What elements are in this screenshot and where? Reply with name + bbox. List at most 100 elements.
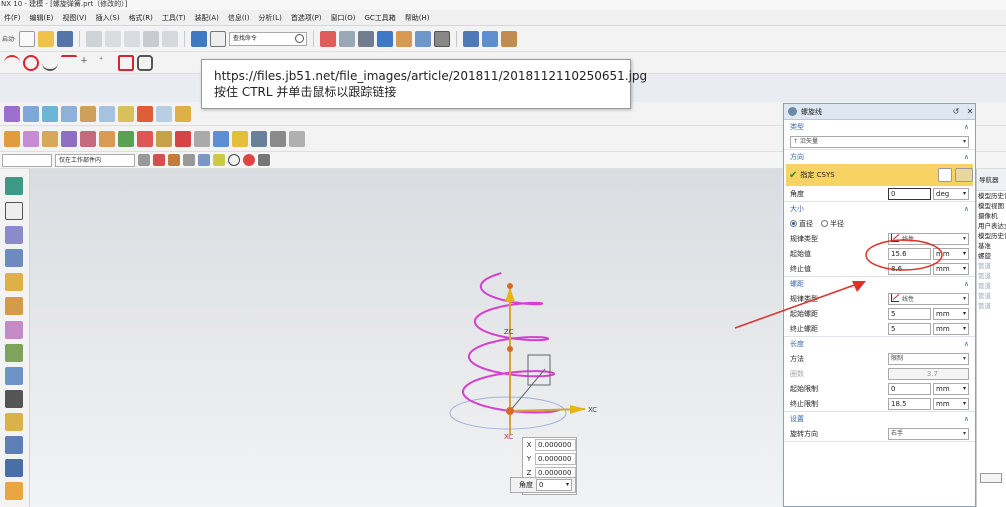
paste-icon[interactable] [123, 30, 140, 47]
sew-icon[interactable] [175, 105, 191, 122]
move-icon[interactable] [462, 30, 479, 47]
specify-csys-row[interactable]: ✔ 指定 CSYS [786, 164, 973, 186]
cube-view-icon[interactable] [376, 30, 393, 47]
arc-icon[interactable] [4, 54, 20, 71]
rotate-icon[interactable] [481, 30, 498, 47]
z-axis-arrow[interactable] [505, 287, 515, 302]
studio-surface-icon[interactable] [99, 105, 115, 122]
ruled-surface-icon[interactable] [23, 105, 39, 122]
pitch-section-header[interactable]: 螺距 ∧ [784, 277, 975, 291]
menu-analysis[interactable]: 分析(L) [254, 13, 286, 23]
table-icon[interactable] [5, 390, 23, 408]
diameter-radio[interactable]: 直径 [790, 219, 813, 229]
menu-file[interactable]: 件(F) [0, 13, 26, 23]
blend-icon[interactable] [137, 130, 153, 147]
navigator-item[interactable]: 管道 [977, 281, 1006, 291]
menu-help[interactable]: 帮助(H) [401, 13, 435, 23]
arc-center-icon[interactable] [213, 154, 225, 166]
end-pitch-unit-select[interactable]: mm [933, 322, 969, 335]
control-point-icon[interactable] [183, 154, 195, 166]
size-section-header[interactable]: 大小 ∧ [784, 202, 975, 216]
sketch-icon[interactable] [5, 177, 23, 195]
measure-icon[interactable] [500, 30, 517, 47]
extrude-icon[interactable] [4, 130, 20, 147]
pitch-law-type-select[interactable]: 线性 [888, 292, 969, 305]
sphere-icon[interactable] [80, 130, 96, 147]
block-icon[interactable] [42, 130, 58, 147]
start-menu-button[interactable]: 启动· [2, 34, 16, 43]
angle-input[interactable]: 0 [888, 187, 931, 200]
csys-dropdown-icon[interactable] [955, 168, 973, 182]
boss-icon[interactable] [5, 413, 23, 431]
navigator-item[interactable]: 管道 [977, 271, 1006, 281]
circle-icon[interactable] [23, 54, 39, 71]
menu-window[interactable]: 窗口(O) [327, 13, 361, 23]
navigator-scrollbar[interactable] [980, 473, 1002, 483]
menu-assembly[interactable]: 装配(A) [191, 13, 224, 23]
cut-icon[interactable] [85, 30, 102, 47]
end-value-input[interactable]: 8.6 [888, 262, 931, 275]
menu-tools[interactable]: 工具(T) [158, 13, 191, 23]
start-value-input[interactable]: 15.6 [888, 247, 931, 260]
start-pitch-unit-select[interactable]: mm [933, 307, 969, 320]
angle-unit-select[interactable]: deg [933, 187, 969, 200]
start-pitch-input[interactable]: 5 [888, 307, 931, 320]
navigator-item[interactable]: 模型历史记录 [977, 191, 1006, 201]
thread-icon[interactable] [213, 130, 229, 147]
shell-icon[interactable] [5, 297, 23, 315]
box-feature-icon[interactable] [5, 273, 23, 291]
menu-view[interactable]: 视图(V) [58, 13, 91, 23]
end-point-icon[interactable] [153, 154, 165, 166]
close-icon[interactable]: ✕ [965, 107, 975, 116]
open-folder-icon[interactable] [37, 30, 54, 47]
line-icon[interactable] [61, 54, 77, 71]
angle-input[interactable]: 0 [536, 479, 572, 491]
redo-icon[interactable] [161, 30, 178, 47]
spline-icon[interactable] [42, 55, 58, 71]
length-section-header[interactable]: 长度 ∧ [784, 337, 975, 351]
menu-preferences[interactable]: 首选项(P) [287, 13, 327, 23]
reset-icon[interactable]: ↺ [951, 107, 961, 116]
navigator-item[interactable]: 模型视图 [977, 201, 1006, 211]
navigator-item[interactable]: 管道 [977, 301, 1006, 311]
selection-scope-select[interactable]: 仅在工作部件内 [55, 153, 135, 167]
rectangle-icon[interactable] [118, 54, 134, 71]
mirror-icon[interactable] [251, 130, 267, 147]
end-limit-input[interactable]: 18.5 [888, 397, 931, 410]
settings-section-header[interactable]: 设置 ∧ [784, 412, 975, 426]
start-unit-select[interactable]: mm [933, 247, 969, 260]
orient-view-icon[interactable] [338, 30, 355, 47]
helix-icon[interactable] [175, 130, 191, 147]
csys-dialog-icon[interactable] [938, 168, 952, 182]
display-icon[interactable] [414, 30, 431, 47]
unite-icon[interactable] [270, 130, 286, 147]
analysis-icon[interactable] [289, 130, 305, 147]
background-color-icon[interactable] [433, 30, 450, 47]
start-limit-input[interactable]: 0 [888, 382, 931, 395]
pattern-icon[interactable] [232, 130, 248, 147]
menu-format[interactable]: 格式(R) [125, 13, 158, 23]
end-limit-unit-select[interactable]: mm [933, 397, 969, 410]
mesh-surface-icon[interactable] [61, 105, 77, 122]
type-section-header[interactable]: 类型 ∧ [784, 120, 975, 134]
pocket-icon[interactable] [5, 321, 23, 339]
origin-handle[interactable] [506, 407, 514, 415]
sphere-feature-icon[interactable] [5, 249, 23, 267]
undo-icon[interactable] [142, 30, 159, 47]
y-coordinate-input[interactable]: 0.000000 [535, 453, 576, 465]
direction-section-header[interactable]: 方向 ∧ [784, 150, 975, 164]
menu-information[interactable]: 信息(I) [224, 13, 255, 23]
trim-sheet-icon[interactable] [156, 105, 172, 122]
surface-icon[interactable] [4, 105, 20, 122]
graphics-window[interactable]: ZC XC XC [30, 169, 782, 507]
assembly-icon[interactable] [5, 482, 23, 500]
point-icon[interactable]: ＋ [80, 55, 96, 71]
polygon-icon[interactable] [137, 54, 153, 71]
menu-insert[interactable]: 插入(S) [92, 13, 125, 23]
offset-face-icon[interactable] [5, 226, 23, 244]
swept-icon[interactable] [80, 105, 96, 122]
layer-icon[interactable] [395, 30, 412, 47]
navigator-item[interactable]: 基准 [977, 241, 1006, 251]
end-pitch-input[interactable]: 5 [888, 322, 931, 335]
menu-gc-toolbox[interactable]: GC工具箱 [360, 13, 400, 23]
